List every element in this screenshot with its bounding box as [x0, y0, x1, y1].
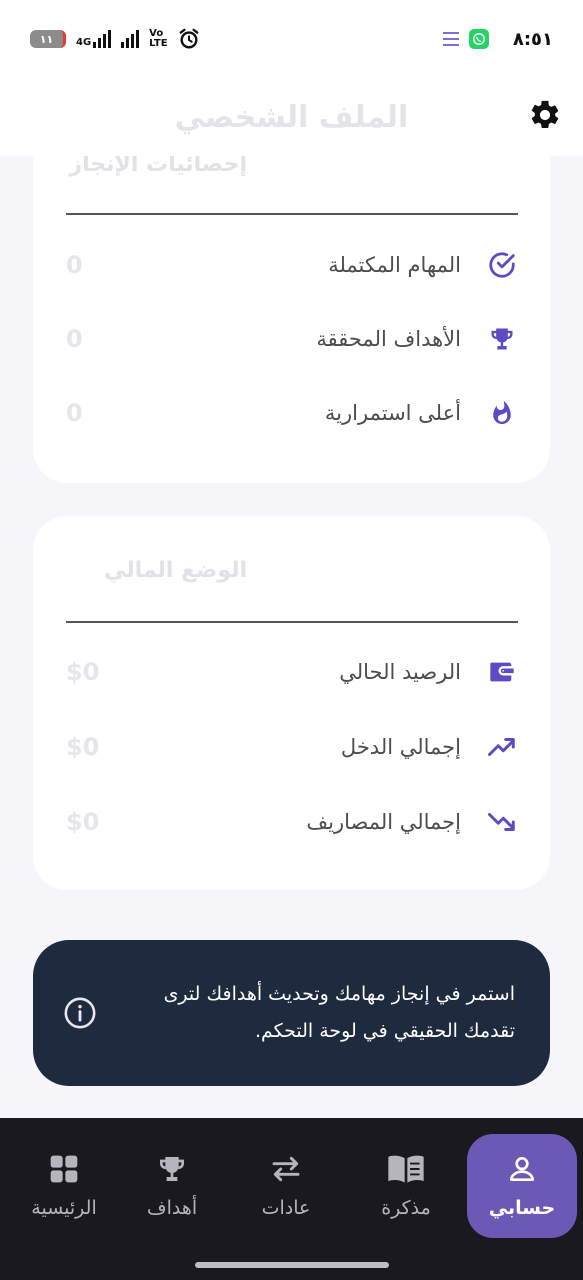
signal-bars-icon — [121, 30, 140, 48]
trending-down-icon — [487, 807, 517, 837]
status-left: ١١ 4G Vo LTE — [30, 28, 200, 50]
stat-label: المهام المكتملة — [328, 253, 461, 277]
book-icon — [388, 1155, 424, 1183]
stat-row-current-balance: الرصيد الحالي $0 — [66, 652, 517, 692]
notification-list-icon — [442, 32, 459, 46]
nav-label: حسابي — [488, 1197, 556, 1219]
finance-card-title: الوضع المالي — [104, 558, 247, 583]
stat-value: 0 — [66, 399, 83, 427]
trophy-icon — [487, 324, 517, 354]
status-time: ٨:٥١ — [512, 28, 553, 50]
home-indicator[interactable] — [195, 1262, 389, 1268]
info-banner-text: استمر في إنجاز مهامك وتحديث أهدافك لترى … — [119, 976, 515, 1050]
info-banner: استمر في إنجاز مهامك وتحديث أهدافك لترى … — [33, 940, 550, 1086]
nav-item-home[interactable]: الرئيسية — [9, 1134, 119, 1238]
stat-label: إجمالي المصاريف — [306, 810, 461, 834]
nav-label: مذكرة — [381, 1197, 431, 1219]
stat-row-achieved-goals: الأهداف المحققة 0 — [66, 319, 517, 359]
info-line-1: استمر في إنجاز مهامك وتحديث أهدافك لترى — [163, 983, 515, 1005]
volte-icon: Vo LTE — [149, 29, 167, 49]
battery-level: ١١ — [39, 32, 54, 46]
stat-value: $0 — [66, 808, 100, 836]
volte-bottom: LTE — [149, 38, 168, 49]
trophy-icon — [160, 1157, 184, 1181]
stat-value: 0 — [66, 325, 83, 353]
stat-value: 0 — [66, 251, 83, 279]
gear-icon — [531, 100, 559, 129]
nav-item-goals[interactable]: أهداف — [117, 1134, 227, 1238]
settings-button[interactable] — [524, 94, 566, 136]
stat-label: إجمالي الدخل — [340, 735, 461, 759]
financial-status-card: الوضع المالي الرصيد الحالي $0 إجمالي الد… — [33, 516, 550, 890]
nav-label: الرئيسية — [31, 1197, 97, 1219]
swap-arrows-icon — [272, 1156, 300, 1182]
stat-label: الأهداف المحققة — [316, 327, 461, 351]
nav-item-notes[interactable]: مذكرة — [351, 1134, 461, 1238]
trending-up-icon — [487, 732, 517, 762]
achievement-stats-card: إحصائيات الإنجاز المهام المكتملة 0 الأهد… — [33, 110, 550, 483]
cellular-signal-icon: 4G — [76, 30, 112, 48]
nav-item-habits[interactable]: عادات — [231, 1134, 341, 1238]
card-divider — [66, 213, 518, 215]
stat-row-longest-streak: أعلى استمرارية 0 — [66, 393, 517, 433]
app-header: الملف الشخصي — [0, 78, 583, 156]
check-circle-icon — [487, 250, 517, 280]
network-type: 4G — [76, 37, 92, 48]
status-bar: ١١ 4G Vo LTE ٨:٥١ — [0, 0, 583, 78]
stat-label: الرصيد الحالي — [339, 660, 461, 684]
card-divider — [66, 621, 518, 623]
flame-icon — [487, 398, 517, 428]
stat-value: $0 — [66, 658, 100, 686]
bottom-navigation: حسابي مذكرة عادات أهداف الرئيسية — [0, 1118, 583, 1280]
whatsapp-icon — [468, 29, 489, 49]
stat-row-completed-tasks: المهام المكتملة 0 — [66, 245, 517, 285]
stat-value: $0 — [66, 733, 100, 761]
alarm-icon — [179, 28, 198, 49]
stat-row-total-expenses: إجمالي المصاريف $0 — [66, 802, 517, 842]
battery-icon: ١١ — [30, 30, 66, 48]
status-right: ٨:٥١ — [442, 28, 553, 50]
person-icon — [510, 1157, 534, 1181]
stat-label: أعلى استمرارية — [324, 401, 461, 425]
stat-row-total-income: إجمالي الدخل $0 — [66, 727, 517, 767]
page-title: الملف الشخصي — [174, 99, 409, 135]
nav-label: أهداف — [146, 1197, 198, 1219]
info-icon — [64, 997, 96, 1029]
nav-label: عادات — [261, 1197, 311, 1219]
wallet-icon — [487, 657, 517, 687]
nav-item-profile[interactable]: حسابي — [467, 1134, 577, 1238]
grid-icon — [50, 1155, 78, 1183]
info-line-2: تقدمك الحقيقي في لوحة التحكم. — [254, 1020, 515, 1042]
